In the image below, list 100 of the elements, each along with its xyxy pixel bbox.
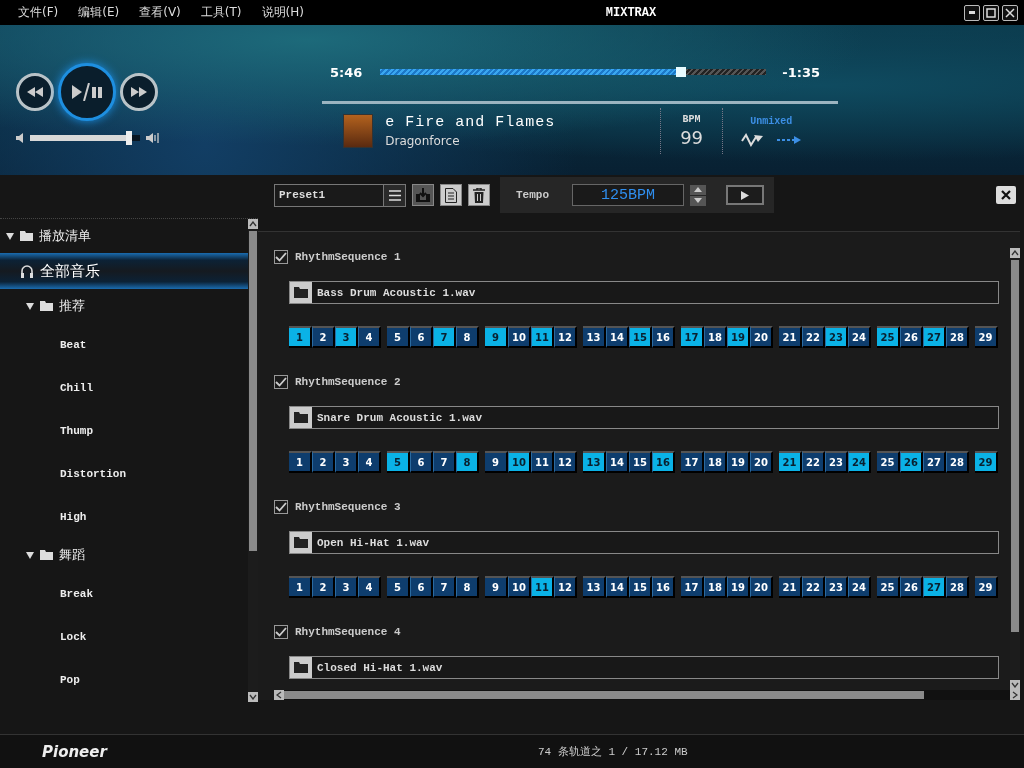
step-button[interactable]: 4	[358, 326, 381, 348]
document-button[interactable]	[440, 184, 462, 206]
step-button[interactable]: 12	[554, 451, 577, 473]
step-button[interactable]: 9	[485, 576, 508, 598]
step-button[interactable]: 6	[410, 326, 433, 348]
step-button[interactable]: 16	[652, 576, 675, 598]
play-button[interactable]	[726, 185, 764, 205]
step-button[interactable]: 1	[289, 576, 312, 598]
step-button[interactable]: 20	[750, 576, 773, 598]
minimize-button[interactable]	[964, 4, 980, 21]
step-button[interactable]: 29	[975, 326, 998, 348]
step-button[interactable]: 25	[877, 576, 900, 598]
active-step-button[interactable]: 13	[583, 451, 606, 473]
step-button[interactable]: 1	[289, 451, 312, 473]
rewind-button[interactable]	[16, 73, 54, 111]
step-button[interactable]: 20	[750, 451, 773, 473]
selected-tree-item[interactable]: 全部音乐	[0, 253, 248, 289]
active-step-button[interactable]: 15	[629, 326, 652, 348]
menu-item[interactable]: 文件(F)	[18, 4, 59, 21]
step-button[interactable]: 17	[681, 451, 704, 473]
step-button[interactable]: 2	[312, 326, 335, 348]
step-button[interactable]: 3	[335, 451, 358, 473]
step-button[interactable]: 18	[704, 326, 727, 348]
tree-item[interactable]: 舞蹈	[0, 538, 248, 572]
active-step-button[interactable]: 21	[779, 451, 802, 473]
tree-item[interactable]: Pop	[0, 658, 248, 701]
step-button[interactable]: 10	[508, 576, 531, 598]
preset-field[interactable]: Preset1	[274, 183, 384, 207]
delete-button[interactable]	[468, 184, 490, 206]
step-button[interactable]: 12	[554, 326, 577, 348]
step-button[interactable]: 11	[531, 451, 554, 473]
step-button[interactable]: 28	[946, 576, 969, 598]
tree-item[interactable]: Chill	[0, 366, 248, 409]
save-button[interactable]	[412, 184, 434, 206]
play-pause-button[interactable]	[58, 63, 116, 121]
checkbox[interactable]	[274, 250, 288, 264]
step-button[interactable]: 3	[335, 576, 358, 598]
tree-item[interactable]: High	[0, 495, 248, 538]
close-button[interactable]	[1002, 4, 1018, 21]
active-step-button[interactable]: 25	[877, 326, 900, 348]
folder-button[interactable]	[290, 657, 312, 678]
step-button[interactable]: 4	[358, 576, 381, 598]
step-button[interactable]: 18	[704, 576, 727, 598]
step-button[interactable]: 20	[750, 326, 773, 348]
tree-item[interactable]: 播放清单	[0, 219, 248, 253]
active-step-button[interactable]: 5	[387, 451, 410, 473]
step-button[interactable]: 21	[779, 576, 802, 598]
active-step-button[interactable]: 26	[900, 451, 923, 473]
tree-item[interactable]: Thump	[0, 409, 248, 452]
menu-item[interactable]: 编辑(E)	[78, 4, 120, 21]
folder-button[interactable]	[290, 532, 312, 553]
step-button[interactable]: 28	[946, 326, 969, 348]
step-button[interactable]: 12	[554, 576, 577, 598]
active-step-button[interactable]: 7	[433, 326, 456, 348]
step-button[interactable]: 15	[629, 576, 652, 598]
scrollbar[interactable]	[248, 219, 258, 702]
step-button[interactable]: 18	[704, 451, 727, 473]
active-step-button[interactable]: 10	[508, 451, 531, 473]
active-step-button[interactable]: 11	[531, 576, 554, 598]
file-field[interactable]: Snare Drum Acoustic 1.wav	[289, 406, 999, 429]
tree-item[interactable]: Break	[0, 572, 248, 615]
active-step-button[interactable]: 17	[681, 326, 704, 348]
step-button[interactable]: 22	[802, 576, 825, 598]
step-button[interactable]: 25	[877, 451, 900, 473]
tree-item[interactable]: Distortion	[0, 452, 248, 495]
step-button[interactable]: 19	[727, 576, 750, 598]
step-button[interactable]: 16	[652, 326, 675, 348]
maximize-button[interactable]	[983, 4, 999, 21]
menu-item[interactable]: 查看(V)	[139, 4, 181, 21]
file-field[interactable]: Open Hi-Hat 1.wav	[289, 531, 999, 554]
step-button[interactable]: 26	[900, 576, 923, 598]
tree-item[interactable]: Lock	[0, 615, 248, 658]
active-step-button[interactable]: 23	[825, 326, 848, 348]
step-button[interactable]: 23	[825, 576, 848, 598]
active-step-button[interactable]: 27	[923, 576, 946, 598]
menu-item[interactable]: 工具(T)	[200, 4, 242, 21]
step-button[interactable]: 5	[387, 326, 410, 348]
step-button[interactable]: 6	[410, 576, 433, 598]
menu-item[interactable]: 说明(H)	[261, 4, 304, 21]
step-button[interactable]: 29	[975, 576, 998, 598]
active-step-button[interactable]: 29	[975, 451, 998, 473]
active-step-button[interactable]: 27	[923, 326, 946, 348]
folder-button[interactable]	[290, 282, 312, 303]
folder-button[interactable]	[290, 407, 312, 428]
step-button[interactable]: 8	[456, 326, 479, 348]
increment-button[interactable]	[690, 184, 706, 195]
active-step-button[interactable]: 8	[456, 451, 479, 473]
step-button[interactable]: 19	[727, 451, 750, 473]
step-button[interactable]: 24	[848, 576, 871, 598]
step-button[interactable]: 21	[779, 326, 802, 348]
tree-item[interactable]: 推荐	[0, 289, 248, 323]
step-button[interactable]: 9	[485, 451, 508, 473]
step-button[interactable]: 7	[433, 576, 456, 598]
step-button[interactable]: 2	[312, 451, 335, 473]
step-button[interactable]: 14	[606, 576, 629, 598]
step-button[interactable]: 23	[825, 451, 848, 473]
file-field[interactable]: Closed Hi-Hat 1.wav	[289, 656, 999, 679]
step-button[interactable]: 17	[681, 576, 704, 598]
step-button[interactable]: 28	[946, 451, 969, 473]
step-button[interactable]: 6	[410, 451, 433, 473]
